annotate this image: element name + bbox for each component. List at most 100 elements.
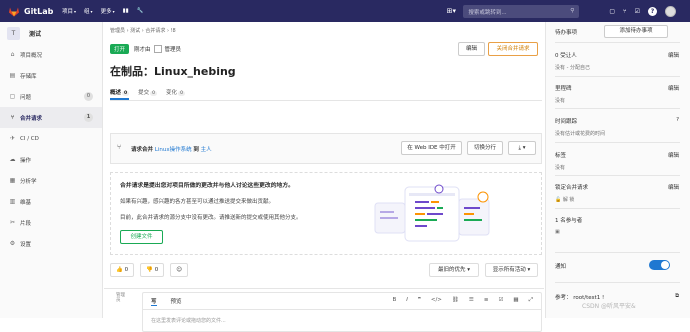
thumbs-up-button[interactable]: 👍 0 [110, 263, 135, 277]
sidebar-item-analytics[interactable]: ▦ 分析学 [0, 170, 102, 191]
tab-write[interactable]: 写 [151, 297, 157, 306]
breadcrumb[interactable]: 管理员 › 测试 › 合并请求 › !8 [110, 27, 176, 34]
divider [555, 142, 680, 143]
download-dropdown[interactable]: ⤓ ▾ [508, 141, 536, 155]
numbered-list-icon[interactable]: ≡ [484, 297, 489, 304]
sidebar-item-snippets[interactable]: ✂ 片段 [0, 212, 102, 233]
link-icon[interactable]: ⛓ [452, 297, 459, 304]
divider [104, 288, 544, 289]
nav-projects[interactable]: 项目▾ [62, 7, 76, 15]
add-reaction-button[interactable]: ☺ [170, 263, 188, 277]
assignee-block: 0 受让人 没有 - 分配自己 编辑 [555, 51, 679, 71]
tab-preview[interactable]: 预览 [171, 297, 182, 305]
issues-icon[interactable]: ▢ [609, 8, 615, 15]
issues-count-badge: 0 [84, 92, 93, 101]
assignee-edit-link[interactable]: 编辑 [668, 51, 679, 59]
sidebar-item-ci-cd[interactable]: ✈ CI / CD [0, 128, 102, 149]
table-icon[interactable]: ▦ [513, 297, 518, 304]
sidebar-item-wiki[interactable]: ▥ 维基 [0, 191, 102, 212]
reference-block: 参考： root/test1 ! ⧉ [555, 293, 679, 301]
sidebar-item-settings[interactable]: ⚙ 设置 [0, 233, 102, 254]
author-link[interactable]: 管理员 [165, 45, 182, 53]
top-navbar: GitLab 项目▾ 组▾ 更多▾ ▮▮ 🔧 ⊞▾ 搜索或跳转到... ⚲ ▢ … [0, 0, 690, 22]
sidebar-item-repository[interactable]: ▤ 存储库 [0, 65, 102, 86]
tab-changes[interactable]: 变化 0 [166, 86, 185, 100]
empty-state-heading: 合并请求是提出您对项目所做的更改并与他人讨论这些更改的地方。 [120, 183, 294, 189]
snippet-icon: ✂ [9, 219, 16, 226]
divider [555, 108, 680, 109]
merge-request-icon: ⑂ [10, 114, 15, 121]
divider [555, 175, 680, 176]
project-header[interactable]: T 测试 [0, 22, 102, 44]
search-icon: ⚲ [570, 7, 575, 14]
doc-icon: ▤ [9, 72, 16, 79]
help-icon[interactable]: ? [648, 6, 657, 16]
sidebar-item-merge-requests[interactable]: ⑂ 合并请求 1 [0, 107, 102, 128]
sort-dropdown[interactable]: 最旧的优先 ▾ [429, 263, 479, 277]
labels-edit-link[interactable]: 编辑 [668, 151, 679, 159]
comment-input[interactable]: 在这里发表评论或拖动您的文件... [151, 317, 226, 324]
activity-filter-dropdown[interactable]: 显示所有活动 ▾ [485, 263, 538, 277]
merge-requests-count-badge: 1 [84, 113, 93, 122]
notifications-toggle[interactable] [649, 260, 670, 270]
divider [555, 282, 680, 283]
right-sidebar: 待办事项 添加待办事项 0 受让人 没有 - 分配自己 编辑 里程碑 没有 编辑… [545, 22, 690, 318]
user-avatar[interactable] [665, 5, 676, 17]
thumbs-up-icon: 👍 [116, 267, 123, 273]
bold-icon[interactable]: B [392, 297, 396, 304]
merge-request-icon: ⑂ [117, 143, 122, 151]
project-sidebar: T 测试 ⌂ 项目概况 ▤ 存储库 ▢ 问题 0 ⑂ 合并请求 1 ✈ CI /… [0, 22, 103, 318]
chart-icon[interactable]: ▮▮ [123, 8, 129, 14]
italic-icon[interactable]: I [406, 297, 408, 304]
close-merge-request-button[interactable]: 关闭合并请求 [488, 42, 538, 56]
add-todo-button[interactable]: 添加待办事项 [604, 25, 668, 38]
search-input[interactable]: 搜索或跳转到... ⚲ [463, 4, 580, 18]
edit-button[interactable]: 编辑 [458, 42, 485, 56]
target-branch-link[interactable]: 主人 [201, 147, 212, 153]
mr-status-row: 打开 刚才由 管理员 [110, 44, 181, 54]
cloud-icon: ☁ [9, 156, 16, 163]
lock-edit-link[interactable]: 编辑 [668, 183, 679, 191]
merge-request-main: 管理员 › 测试 › 合并请求 › !8 打开 刚才由 管理员 编辑 关闭合并请… [104, 22, 544, 332]
quote-icon[interactable]: ❞ [418, 297, 421, 304]
sidebar-item-operations[interactable]: ☁ 操作 [0, 149, 102, 170]
create-file-button[interactable]: 创建文件 [120, 230, 163, 244]
todos-icon[interactable]: ☑ [635, 8, 640, 15]
empty-state: 合并请求是提出您对项目所做的更改并与他人讨论这些更改的地方。 如果有兴趣，感兴趣… [110, 172, 542, 255]
merge-branch-info: 请求合并 Linux操作系统 到 主人 [131, 147, 212, 153]
assign-yourself-link[interactable]: 没有 - 分配自己 [555, 64, 679, 71]
todo-label: 待办事项 [555, 30, 578, 36]
opened-text: 刚才由 [134, 47, 151, 53]
bullet-list-icon[interactable]: ☰ [469, 297, 474, 304]
sidebar-item-issues[interactable]: ▢ 问题 0 [0, 86, 102, 107]
mr-tabs: 概述 0 提交 0 变化 0 [110, 86, 542, 101]
fullscreen-icon[interactable]: ⤢ [529, 297, 533, 304]
task-list-icon[interactable]: ☑ [498, 297, 503, 304]
author-avatar[interactable] [153, 45, 162, 53]
open-web-ide-button[interactable]: 在 Web IDE 中打开 [401, 141, 462, 155]
brand-name: GitLab [24, 6, 54, 16]
new-item-icon[interactable]: ⊞▾ [443, 7, 459, 15]
source-branch-link[interactable]: Linux操作系统 [155, 147, 192, 153]
milestone-edit-link[interactable]: 编辑 [668, 84, 679, 92]
lock-status: 🔓 解 锁 [555, 197, 575, 203]
checkout-branch-button[interactable]: 切换分行 [467, 141, 503, 155]
merge-requests-icon[interactable]: ⑂ [623, 8, 627, 15]
code-icon[interactable]: </> [431, 297, 442, 304]
gitlab-logo[interactable]: GitLab [8, 6, 58, 17]
copy-reference-icon[interactable]: ⧉ [675, 293, 679, 300]
tab-commits[interactable]: 提交 0 [138, 86, 158, 100]
sidebar-item-project-overview[interactable]: ⌂ 项目概况 [0, 44, 102, 65]
participants-block: 1 名参与者 ▣ [555, 216, 679, 235]
participant-avatar[interactable]: ▣ [555, 229, 679, 235]
thumbs-down-button[interactable]: 👎 0 [140, 263, 165, 277]
wrench-icon[interactable]: 🔧 [137, 8, 144, 14]
nav-groups[interactable]: 组▾ [84, 7, 93, 15]
time-tracking-help-icon[interactable]: ? [676, 117, 679, 123]
tab-overview[interactable]: 概述 0 [110, 86, 130, 100]
markdown-toolbar: B I ❞ </> ⛓ ☰ ≡ ☑ ▦ ⤢ [392, 297, 533, 304]
issues-icon: ▢ [9, 93, 16, 100]
divider [555, 252, 680, 253]
nav-more[interactable]: 更多▾ [101, 7, 115, 15]
project-avatar: T [7, 26, 20, 40]
